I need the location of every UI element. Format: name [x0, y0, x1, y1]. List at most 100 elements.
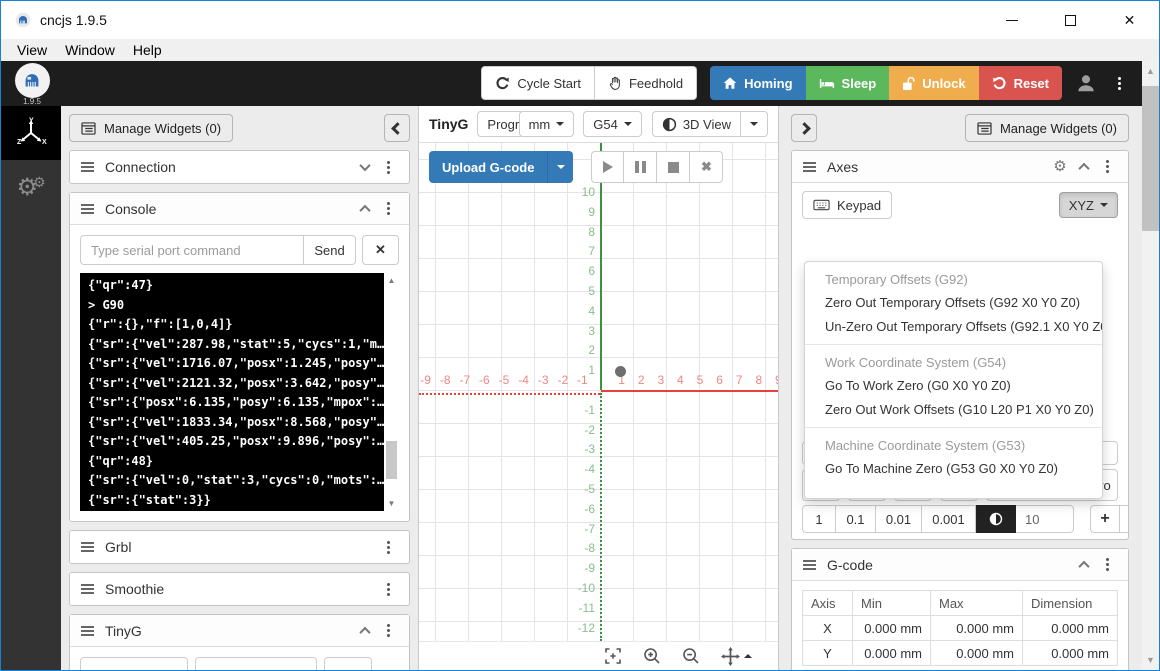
cycle-start-button[interactable]: Cycle Start [481, 66, 595, 100]
close-button[interactable]: ✕ [1100, 1, 1159, 39]
chevron-up-icon [359, 204, 370, 215]
sidebar-item-settings[interactable]: ⚙⚙ [1, 160, 61, 214]
step-preset-button[interactable]: 1 [802, 505, 836, 533]
homing-button[interactable]: Homing [710, 66, 805, 100]
view-options-dropdown[interactable] [741, 111, 768, 137]
unlock-button[interactable]: Unlock [889, 66, 978, 100]
console-scrollbar[interactable]: ▲ ▼ [384, 273, 399, 511]
drag-handle-icon[interactable] [802, 161, 817, 173]
scroll-down-icon[interactable]: ▼ [1142, 655, 1159, 665]
y-axis-tick-label: 7 [569, 244, 595, 258]
menu-item[interactable]: Zero Out Temporary Offsets (G92 X0 Y0 Z0… [805, 291, 1102, 315]
drag-handle-icon[interactable] [80, 541, 95, 553]
step-toggle-button[interactable] [976, 505, 1016, 533]
console-terminal[interactable]: {"qr":47}> G90{"r":{},"f":[1,0,4]}{"sr":… [80, 273, 399, 511]
upload-options-dropdown[interactable] [547, 151, 573, 183]
menu-item[interactable]: Go To Work Zero (G0 X0 Y0 Z0) [805, 374, 1102, 398]
step-preset-button[interactable]: 0.001 [922, 505, 976, 533]
expand-right-panel-button[interactable] [791, 114, 817, 142]
scrollbar-thumb[interactable] [386, 441, 397, 479]
pause-icon [635, 161, 646, 173]
units-dropdown[interactable]: mm [519, 111, 575, 137]
wcs-dropdown[interactable]: G54 [583, 111, 642, 137]
tinyg-control-stub[interactable] [195, 657, 317, 670]
step-decrease-button[interactable]: − [1120, 505, 1129, 533]
tinyg-control-stub[interactable] [324, 657, 372, 670]
step-preset-button[interactable]: 0.1 [836, 505, 876, 533]
sidebar-item-workspace[interactable]: Y Z X [1, 106, 61, 160]
collapse-left-panel-button[interactable] [384, 114, 410, 142]
menu-view[interactable]: View [8, 39, 56, 61]
step-preset-button[interactable]: 0.01 [876, 505, 922, 533]
collapse-widget-button[interactable] [1072, 554, 1096, 576]
header-menu-icon[interactable] [1110, 82, 1128, 85]
collapse-widget-button[interactable] [353, 198, 377, 220]
step-increase-button[interactable]: + [1090, 505, 1120, 533]
manage-widgets-button-left[interactable]: Manage Widgets (0) [69, 114, 233, 142]
visualizer-column: TinyG Program S mm G54 3D View Upload [419, 106, 779, 670]
close-gcode-button[interactable]: ✖ [690, 151, 723, 183]
y-axis-tick-label: 2 [569, 343, 595, 357]
app-logo[interactable]: 1.9.5 [12, 63, 52, 106]
scroll-up-icon[interactable]: ▲ [1142, 66, 1159, 76]
send-command-button[interactable]: Send [304, 235, 356, 265]
tinyg-control-stub[interactable] [80, 657, 188, 670]
custom-step-input[interactable]: 10 [1016, 505, 1074, 533]
scrollbar-thumb[interactable] [1142, 86, 1159, 231]
y-axis-negative-line [600, 393, 602, 641]
widget-menu-icon[interactable] [377, 156, 399, 178]
widget-menu-icon[interactable] [377, 536, 399, 558]
content: Y Z X ⚙⚙ Manage Widgets (0) [1, 106, 1142, 670]
user-account-icon[interactable] [1075, 72, 1097, 94]
reset-button[interactable]: Reset [979, 66, 1062, 100]
widget-settings-button[interactable]: ⚙ [1048, 156, 1072, 178]
visualizer-canvas[interactable]: -9-8-7-6-5-4-3-2-112345678910987654321-1… [419, 143, 778, 641]
visualizer-header: TinyG Program S mm G54 3D View [419, 106, 778, 143]
fit-view-icon[interactable] [604, 647, 622, 665]
drag-handle-icon[interactable] [80, 583, 95, 595]
zoom-in-icon[interactable] [643, 647, 661, 665]
caret-down-icon [624, 122, 632, 126]
widget-menu-icon[interactable] [377, 578, 399, 600]
program-status-button[interactable]: Program S [477, 111, 520, 137]
x-axis-tick-label: 4 [671, 373, 689, 387]
stop-button[interactable] [657, 151, 690, 183]
keypad-button[interactable]: Keypad [802, 191, 892, 219]
widget-menu-icon[interactable] [1096, 554, 1118, 576]
drag-handle-icon[interactable] [80, 625, 95, 637]
toggle-icon [662, 117, 677, 132]
drag-handle-icon[interactable] [80, 203, 95, 215]
keyboard-icon [813, 199, 830, 211]
maximize-button[interactable] [1041, 1, 1100, 39]
pan-view-dropdown[interactable] [721, 647, 752, 666]
console-widget: Console Send ✕ {"qr":47}> G90{"r":{},"f"… [69, 192, 410, 522]
widget-menu-icon[interactable] [377, 620, 399, 642]
pause-button[interactable] [624, 151, 657, 183]
collapse-widget-button[interactable] [1072, 156, 1096, 178]
run-button[interactable] [591, 151, 624, 183]
menu-item[interactable]: Un-Zero Out Temporary Offsets (G92.1 X0 … [805, 315, 1102, 339]
axis-select-dropdown[interactable]: XYZ [1059, 192, 1118, 218]
widget-menu-icon[interactable] [1096, 156, 1118, 178]
menu-window[interactable]: Window [56, 39, 124, 61]
collapse-widget-button[interactable] [353, 620, 377, 642]
view-mode-toggle[interactable]: 3D View [652, 111, 741, 137]
sleep-button[interactable]: Sleep [806, 66, 890, 100]
scroll-down-icon[interactable]: ▼ [384, 499, 399, 508]
feedhold-button[interactable]: Feedhold [595, 66, 697, 100]
manage-widgets-button-right[interactable]: Manage Widgets (0) [965, 114, 1129, 142]
drag-handle-icon[interactable] [80, 161, 95, 173]
drag-handle-icon[interactable] [802, 559, 817, 571]
menu-help[interactable]: Help [124, 39, 171, 61]
menu-item[interactable]: Zero Out Work Offsets (G10 L20 P1 X0 Y0 … [805, 398, 1102, 422]
serial-command-input[interactable] [80, 235, 304, 265]
widget-menu-icon[interactable] [377, 198, 399, 220]
page-scrollbar[interactable]: ▲ ▼ [1142, 61, 1159, 670]
zoom-out-icon[interactable] [682, 647, 700, 665]
scroll-up-icon[interactable]: ▲ [384, 276, 399, 285]
clear-console-button[interactable]: ✕ [362, 235, 399, 265]
minimize-button[interactable] [982, 1, 1041, 39]
menu-item[interactable]: Go To Machine Zero (G53 G0 X0 Y0 Z0) [805, 457, 1102, 481]
upload-gcode-button[interactable]: Upload G-code [429, 151, 547, 183]
expand-widget-button[interactable] [353, 156, 377, 178]
